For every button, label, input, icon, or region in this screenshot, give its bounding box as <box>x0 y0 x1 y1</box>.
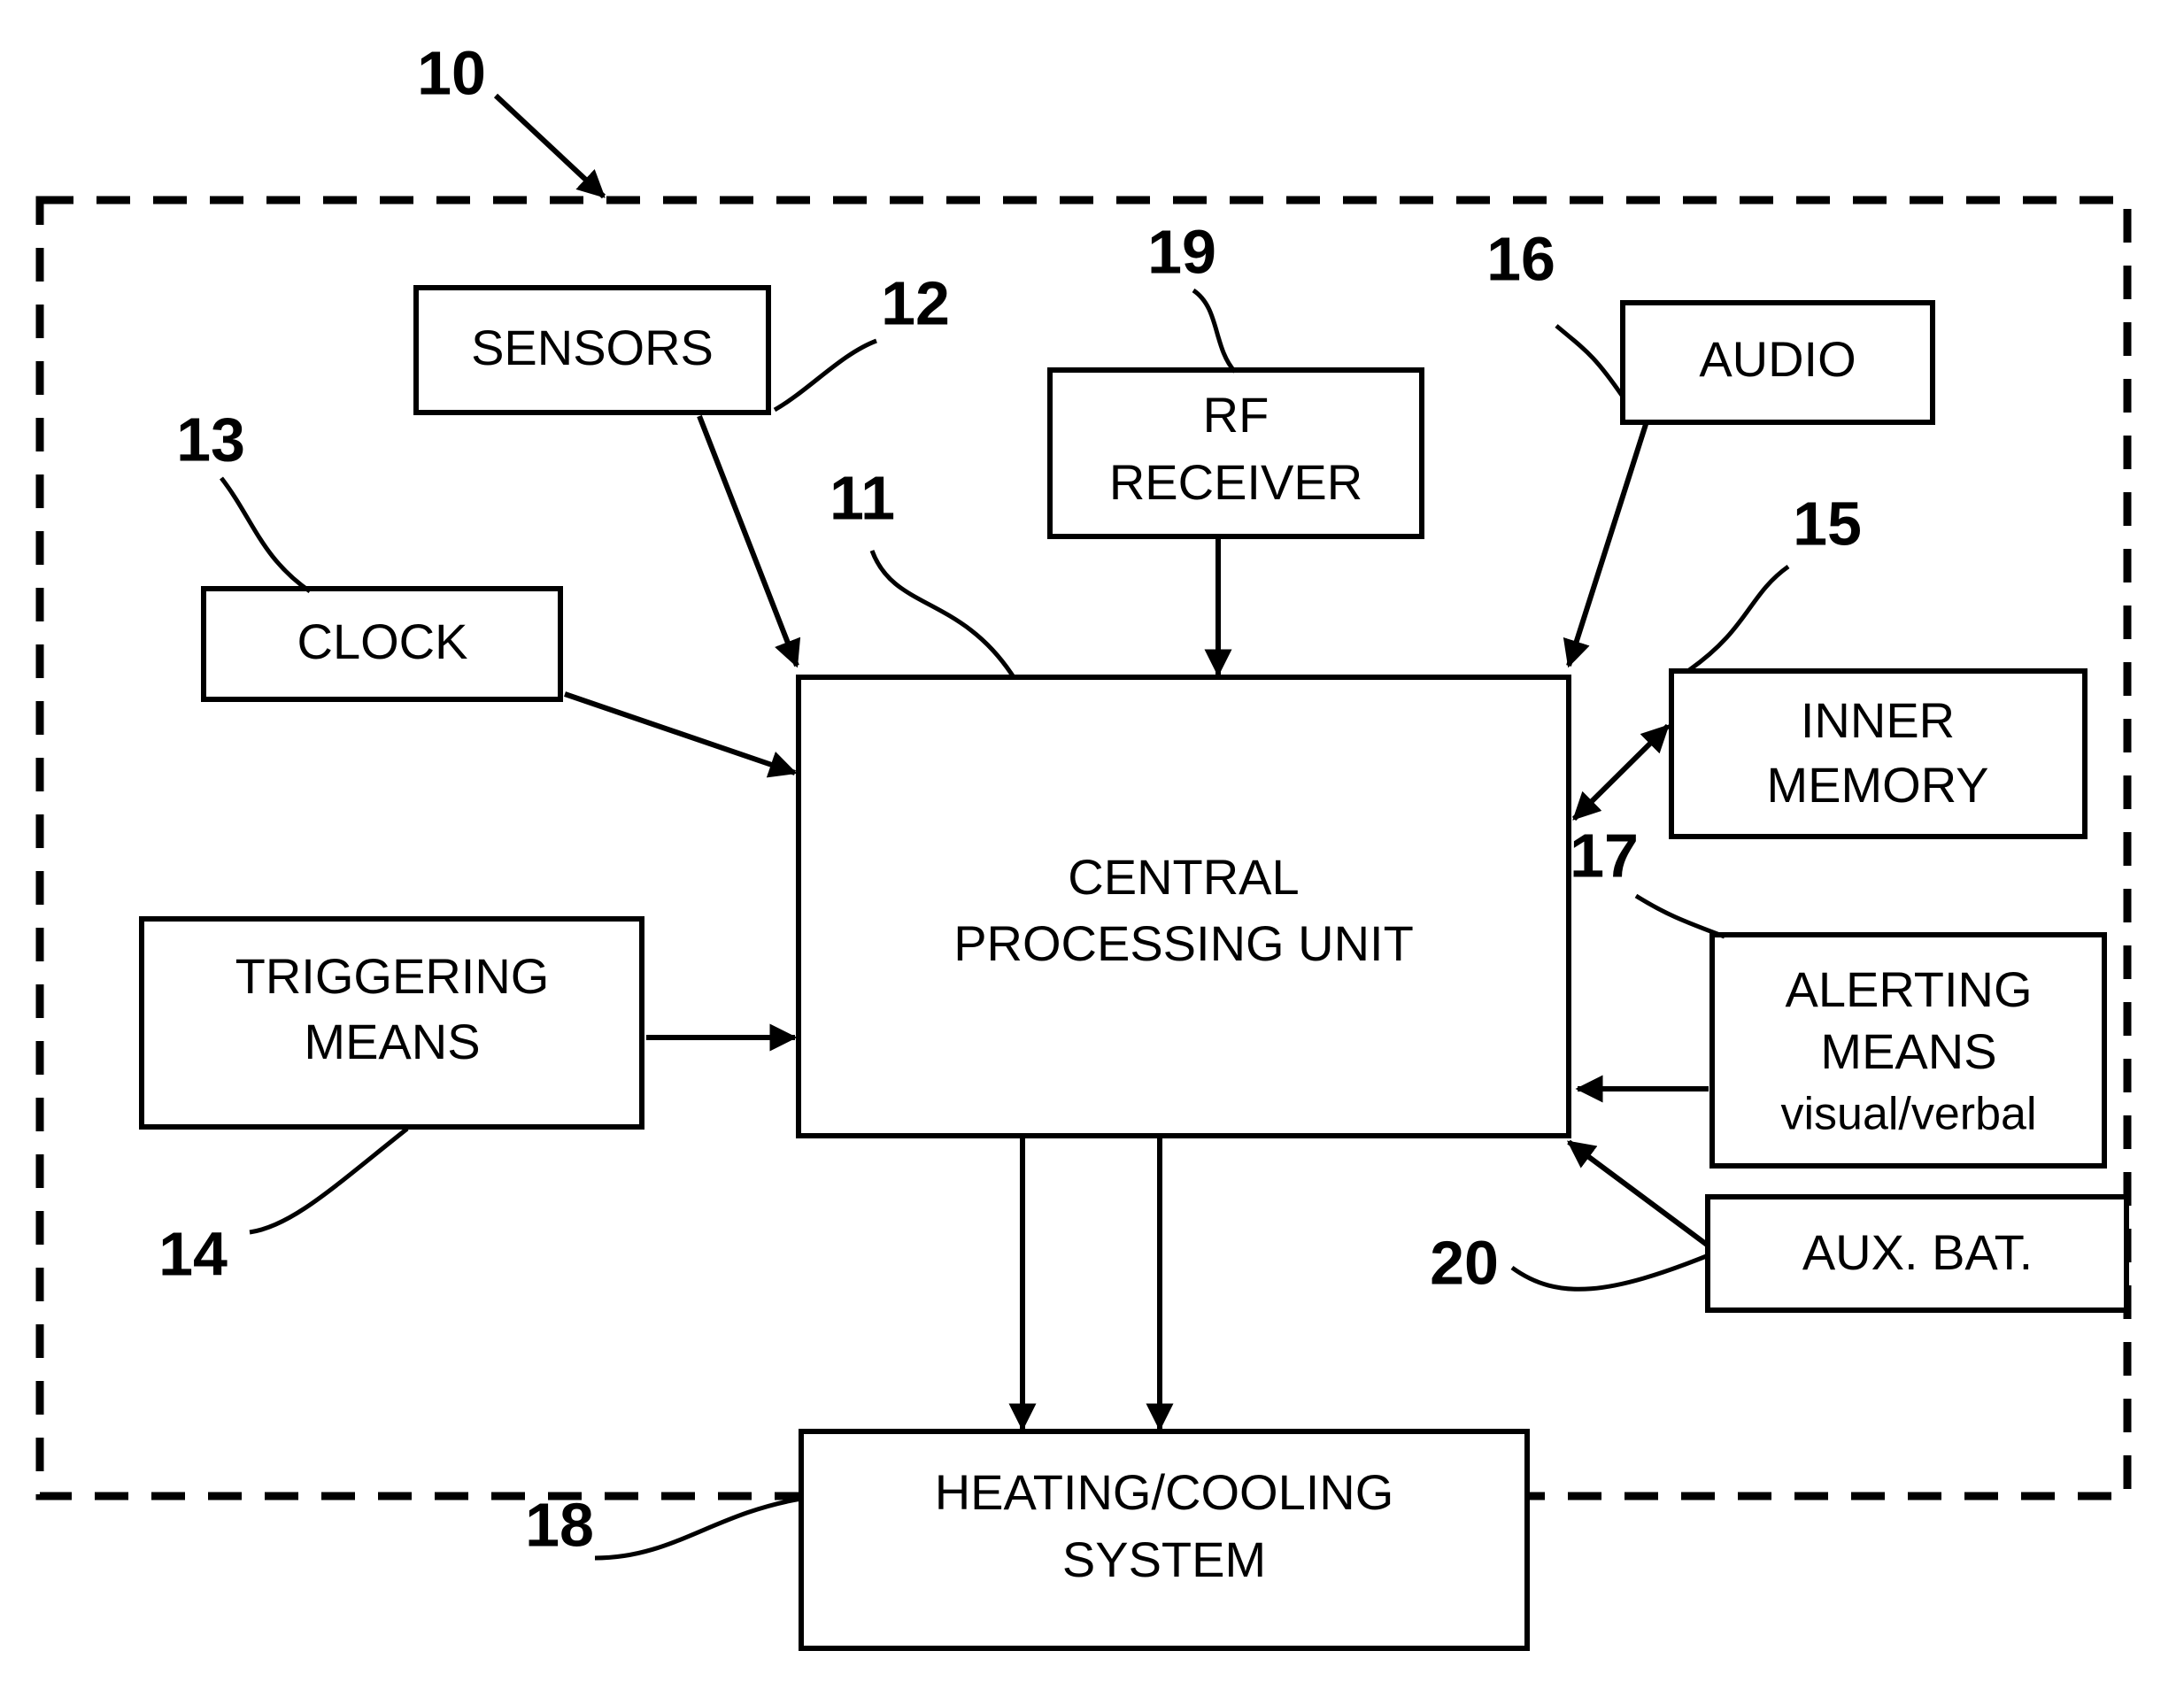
leader-line-17 <box>1634 893 1725 939</box>
block-diagram-svg: SENSORS CLOCK TRIGGERING MEANS CENTRAL P… <box>35 38 2132 1651</box>
leader-line-14 <box>249 1127 409 1235</box>
connector-cpu-inner-memory <box>1571 723 1671 822</box>
block-heating-cooling-label-line1: HEATING/COOLING <box>935 1464 1394 1520</box>
block-triggering-means[interactable]: TRIGGERING MEANS <box>139 916 644 1130</box>
ref-numeral-15: 15 <box>1793 489 1862 558</box>
block-triggering-means-label-line2: MEANS <box>304 1014 480 1069</box>
block-alerting-means[interactable]: ALERTING MEANS visual/verbal <box>1709 932 2107 1169</box>
block-cpu-label-line2: PROCESSING UNIT <box>953 915 1414 971</box>
leader-line-16 <box>1555 324 1625 398</box>
ref-numeral-16: 16 <box>1486 224 1555 293</box>
block-central-processing-unit[interactable]: CENTRAL PROCESSING UNIT <box>796 675 1571 1138</box>
block-alerting-means-label-line1: ALERTING <box>1785 961 2032 1017</box>
leader-line-10 <box>493 93 606 199</box>
leader-line-20 <box>1510 1253 1709 1292</box>
connector-clock-to-cpu <box>564 691 798 778</box>
ref-numeral-10: 10 <box>417 38 486 107</box>
leader-line-12 <box>773 338 877 413</box>
block-clock[interactable]: CLOCK <box>201 586 563 702</box>
ref-numeral-12: 12 <box>881 268 950 337</box>
ref-numeral-18: 18 <box>525 1490 594 1559</box>
block-clock-label: CLOCK <box>297 613 468 669</box>
block-inner-memory[interactable]: INNER MEMORY <box>1669 668 2088 839</box>
block-sensors[interactable]: SENSORS <box>413 285 771 415</box>
block-cpu-label-line1: CENTRAL <box>1068 849 1299 905</box>
block-rf-receiver-label-line1: RF <box>1203 387 1269 443</box>
leader-line-11 <box>869 550 1016 679</box>
block-rf-receiver[interactable]: RF RECEIVER <box>1047 367 1424 539</box>
ref-numeral-13: 13 <box>176 405 245 474</box>
block-alerting-means-label-line3: visual/verbal <box>1780 1089 2036 1140</box>
block-rf-receiver-label-line2: RECEIVER <box>1109 454 1362 510</box>
block-audio-label: AUDIO <box>1699 331 1856 387</box>
leader-line-13 <box>220 476 312 594</box>
ref-numeral-11: 11 <box>830 463 895 532</box>
connector-aux-bat-to-cpu <box>1566 1139 1709 1247</box>
block-alerting-means-label-line2: MEANS <box>1820 1023 1996 1079</box>
ref-numeral-17: 17 <box>1570 821 1639 890</box>
block-audio[interactable]: AUDIO <box>1620 300 1935 425</box>
block-triggering-means-label-line1: TRIGGERING <box>235 948 550 1004</box>
block-aux-battery[interactable]: AUX. BAT. <box>1705 1194 2129 1313</box>
block-sensors-label: SENSORS <box>471 320 714 375</box>
block-inner-memory-label-line2: MEMORY <box>1767 757 1989 813</box>
figure-canvas: SENSORS CLOCK TRIGGERING MEANS CENTRAL P… <box>0 0 2184 1697</box>
leader-line-18 <box>594 1496 802 1561</box>
block-cpu-rect <box>796 675 1571 1138</box>
block-inner-memory-label-line1: INNER <box>1801 692 1955 748</box>
leader-line-19 <box>1192 288 1237 374</box>
ref-numeral-20: 20 <box>1430 1228 1499 1297</box>
block-aux-battery-label: AUX. BAT. <box>1802 1224 2033 1280</box>
connector-sensors-to-cpu <box>697 414 801 668</box>
connector-audio-to-cpu <box>1563 415 1651 668</box>
block-heating-cooling-system[interactable]: HEATING/COOLING SYSTEM <box>799 1429 1530 1651</box>
ref-numeral-19: 19 <box>1147 217 1216 286</box>
leader-line-15 <box>1687 564 1790 673</box>
ref-numeral-14: 14 <box>158 1219 228 1288</box>
block-heating-cooling-label-line2: SYSTEM <box>1062 1531 1266 1587</box>
